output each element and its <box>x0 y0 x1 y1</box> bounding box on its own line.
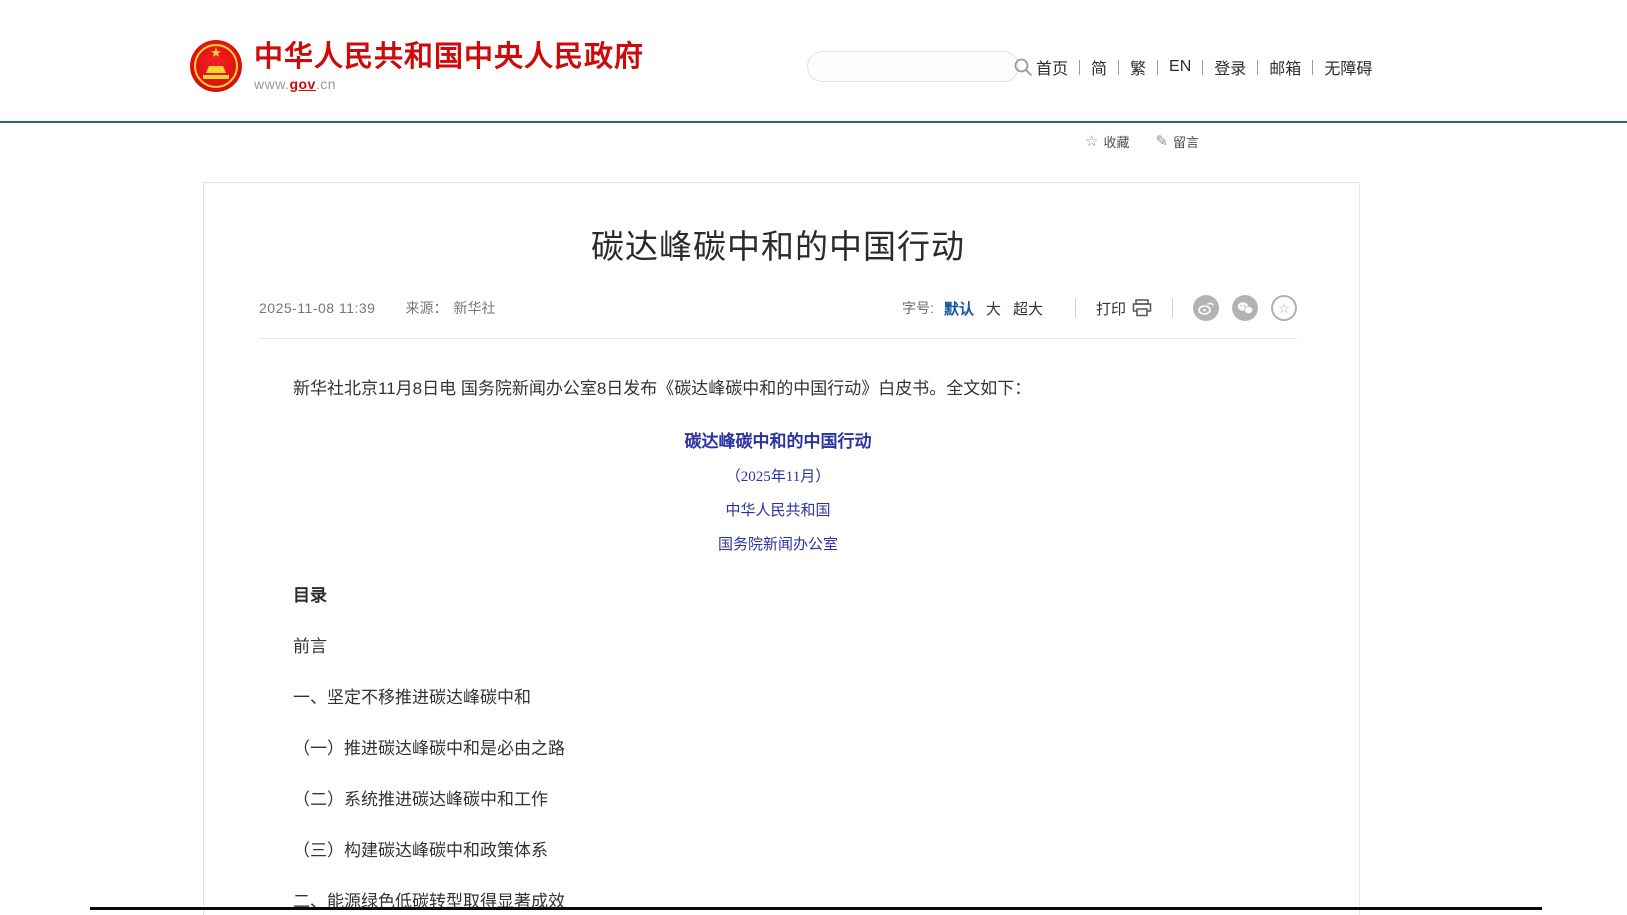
print-button[interactable]: 打印 <box>1096 298 1152 319</box>
font-size-large[interactable]: 大 <box>986 298 1001 319</box>
nav-separator <box>1202 60 1203 75</box>
printer-icon <box>1132 299 1152 317</box>
toc-item-1-2: （二）系统推进碳达峰碳中和工作 <box>259 785 1297 810</box>
site-url-prefix: www. <box>254 76 289 92</box>
nav-simplified[interactable]: 简 <box>1091 55 1107 79</box>
source-name[interactable]: 新华社 <box>453 298 495 318</box>
toc-item-1: 一、坚定不移推进碳达峰碳中和 <box>259 683 1297 708</box>
nav-english[interactable]: EN <box>1169 58 1191 76</box>
nav-accessibility[interactable]: 无障碍 <box>1324 55 1372 79</box>
site-url-suffix: .cn <box>316 76 336 92</box>
print-label: 打印 <box>1096 298 1126 319</box>
pencil-icon: ✎ <box>1155 134 1168 149</box>
comment-label: 留言 <box>1173 132 1199 151</box>
search-icon[interactable] <box>1013 57 1033 77</box>
site-logo[interactable]: ★ 中华人民共和国中央人民政府 www.gov.cn <box>190 40 644 92</box>
document-title: 碳达峰碳中和的中国行动 <box>259 427 1297 452</box>
article-body: 新华社北京11月8日电 国务院新闻办公室8日发布《碳达峰碳中和的中国行动》白皮书… <box>259 376 1297 915</box>
top-nav: 首页 简 繁 EN 登录 邮箱 无障碍 <box>1036 54 1372 80</box>
source-label: 来源： <box>405 298 447 318</box>
favorite-button[interactable]: ☆ 收藏 <box>1085 132 1129 151</box>
nav-separator <box>1157 60 1158 75</box>
toc-heading: 目录 <box>259 581 1297 606</box>
font-size-label: 字号: <box>902 298 934 318</box>
nav-home[interactable]: 首页 <box>1036 55 1068 79</box>
nav-login[interactable]: 登录 <box>1214 55 1246 79</box>
document-date: （2025年11月） <box>259 465 1297 486</box>
site-header: ★ 中华人民共和国中央人民政府 www.gov.cn 首页 简 繁 EN <box>0 0 1627 121</box>
wechat-icon <box>1237 301 1254 315</box>
publish-date: 2025-11-08 11:39 <box>259 300 375 316</box>
search-box[interactable] <box>807 51 1019 82</box>
document-org-line1: 中华人民共和国 <box>259 499 1297 520</box>
nav-separator <box>1118 60 1119 75</box>
site-title: 中华人民共和国中央人民政府 <box>254 41 644 73</box>
document-org-line2: 国务院新闻办公室 <box>259 533 1297 554</box>
search-input[interactable] <box>808 52 1013 81</box>
nav-mail[interactable]: 邮箱 <box>1269 55 1301 79</box>
share-icons: ☆ <box>1193 295 1297 321</box>
article-meta-left: 2025-11-08 11:39 来源： 新华社 <box>259 298 495 318</box>
comment-button[interactable]: ✎ 留言 <box>1155 132 1199 151</box>
article-meta-row: 2025-11-08 11:39 来源： 新华社 字号: 默认 大 超大 打印 <box>259 295 1297 339</box>
article-action-row: ☆ 收藏 ✎ 留言 <box>1085 132 1199 151</box>
window-bottom-edge <box>90 907 1542 910</box>
article-title: 碳达峰碳中和的中国行动 <box>259 225 1297 269</box>
font-size-default[interactable]: 默认 <box>944 298 974 319</box>
site-url-domain: gov <box>289 76 315 92</box>
share-wechat-button[interactable] <box>1232 295 1258 321</box>
meta-separator <box>1172 299 1173 317</box>
site-url: www.gov.cn <box>254 76 644 92</box>
favorite-label: 收藏 <box>1103 132 1129 151</box>
nav-traditional[interactable]: 繁 <box>1130 55 1146 79</box>
nav-separator <box>1312 60 1313 75</box>
header-divider <box>0 121 1627 123</box>
nav-separator <box>1079 60 1080 75</box>
weibo-icon <box>1198 301 1214 315</box>
toc-item-1-1: （一）推进碳达峰碳中和是必由之路 <box>259 734 1297 759</box>
share-more-button[interactable]: ☆ <box>1271 295 1297 321</box>
nav-separator <box>1257 60 1258 75</box>
article-card: 碳达峰碳中和的中国行动 2025-11-08 11:39 来源： 新华社 字号:… <box>203 182 1360 915</box>
toc-item-1-3: （三）构建碳达峰碳中和政策体系 <box>259 836 1297 861</box>
font-size-xlarge[interactable]: 超大 <box>1013 298 1043 319</box>
site-logo-text: 中华人民共和国中央人民政府 www.gov.cn <box>254 41 644 92</box>
intro-paragraph: 新华社北京11月8日电 国务院新闻办公室8日发布《碳达峰碳中和的中国行动》白皮书… <box>259 376 1297 402</box>
national-emblem-icon: ★ <box>190 40 242 92</box>
page: ★ 中华人民共和国中央人民政府 www.gov.cn 首页 简 繁 EN <box>0 0 1627 915</box>
article-meta-right: 字号: 默认 大 超大 打印 <box>902 295 1297 321</box>
meta-separator <box>1075 299 1076 317</box>
star-icon: ☆ <box>1085 134 1098 149</box>
star-outline-icon: ☆ <box>1278 301 1291 315</box>
toc-item-preface: 前言 <box>259 632 1297 657</box>
share-weibo-button[interactable] <box>1193 295 1219 321</box>
